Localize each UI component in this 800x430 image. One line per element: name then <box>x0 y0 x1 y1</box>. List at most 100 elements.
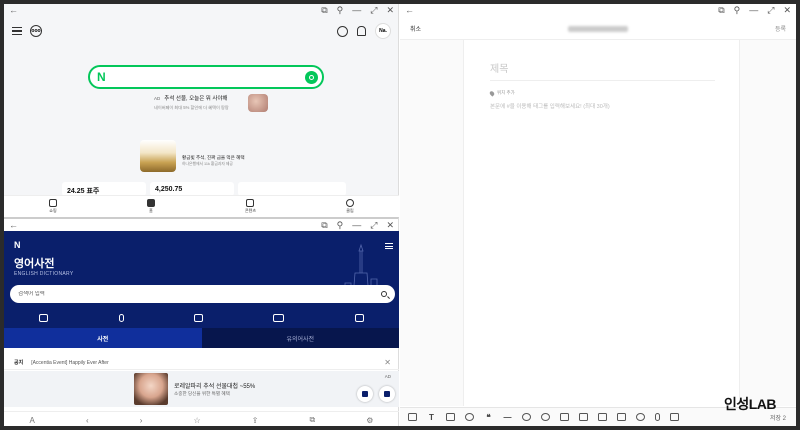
title-divider <box>490 80 715 81</box>
dict-search-box[interactable] <box>10 285 395 303</box>
minimize-icon[interactable]: — <box>352 220 361 231</box>
promo-subtitle: 하나은행에서 11k 황금과자 제공 <box>182 162 233 166</box>
text-icon[interactable]: T <box>427 413 436 422</box>
naver-window-bar: ← ⧉ ⚲ — ⤢ ✕ <box>4 4 399 16</box>
info-card[interactable] <box>238 182 346 196</box>
mic-icon[interactable] <box>118 314 124 322</box>
pin-icon[interactable]: ⚲ <box>337 5 344 16</box>
editor-header: 취소 등록 <box>400 18 796 40</box>
watermark-logo: 인성LAB <box>723 396 777 412</box>
naver-n-logo[interactable]: N <box>14 240 21 250</box>
template-icon[interactable] <box>598 413 607 421</box>
pip-icon[interactable]: ⧉ <box>321 5 327 16</box>
settings-icon[interactable]: ⚙ <box>366 416 373 425</box>
ai-icon[interactable] <box>636 413 645 421</box>
keyboard-icon[interactable] <box>273 314 285 322</box>
promo-banner[interactable]: 황금빛 추석, 진짜 금을 먹은 혜택 하나은행에서 11k 황금과자 제공 <box>140 140 260 172</box>
forward-icon[interactable]: › <box>140 416 143 425</box>
info-card[interactable]: 24.25 표주 <box>62 182 146 196</box>
close-icon[interactable]: ✕ <box>783 5 791 16</box>
blog-editor-pane: ← ⧉ ⚲ — ⤢ ✕ 취소 등록 제목 위치 추가 본문에 #을 이용해 태그… <box>400 4 796 426</box>
quote-icon[interactable]: ❝ <box>484 413 493 422</box>
search-icon[interactable] <box>381 291 387 297</box>
word-quiz-button[interactable] <box>357 386 373 402</box>
ad-model-image <box>134 373 168 405</box>
search-button[interactable] <box>305 70 318 84</box>
menu-icon[interactable] <box>385 243 393 249</box>
tabs-icon[interactable]: ⧉ <box>309 415 315 425</box>
menu-icon[interactable] <box>12 27 22 35</box>
sticker-icon[interactable] <box>465 413 474 421</box>
close-icon[interactable]: ✕ <box>386 220 394 231</box>
bookmark-icon <box>384 391 390 397</box>
tab-thesaurus[interactable]: 유의어사전 <box>201 328 399 348</box>
pip-icon[interactable]: ⧉ <box>718 5 724 16</box>
bottom-nav: 쇼핑 홈 콘텐츠 클립 <box>4 195 399 217</box>
attachment-icon[interactable] <box>560 413 569 421</box>
shopping-bag-icon <box>48 199 57 207</box>
dict-tools <box>4 309 399 327</box>
pin-icon[interactable]: ⚲ <box>337 220 344 231</box>
back-icon[interactable]: ‹ <box>86 416 89 425</box>
talk-icon[interactable] <box>337 25 348 37</box>
notice-bar[interactable]: 공지 [Accentia Event] Happily Ever After ✕ <box>4 356 399 370</box>
back-arrow-icon[interactable]: ← <box>9 220 18 230</box>
save-button[interactable]: 저장 2 <box>770 413 786 422</box>
body-input[interactable]: 본문에 #을 이용해 태그를 입력해보세요! (최대 30개) <box>490 102 610 110</box>
screen: ← ⧉ ⚲ — ⤢ ✕ ooo Na. N AD 추석 선물, 오늘은 뭐 사야… <box>4 4 796 426</box>
dict-subtitle: ENGLISH DICTIONARY <box>14 271 74 277</box>
pip-icon[interactable]: ⧉ <box>321 220 327 231</box>
back-arrow-icon[interactable]: ← <box>405 5 414 15</box>
image-search-icon[interactable] <box>354 314 364 322</box>
table-icon[interactable] <box>579 413 588 421</box>
mic-icon[interactable] <box>655 413 660 421</box>
minimize-icon[interactable]: — <box>352 5 361 16</box>
minimize-icon[interactable]: — <box>749 5 758 16</box>
nav-clip[interactable]: 클립 <box>345 199 354 214</box>
camera-icon[interactable] <box>408 413 417 421</box>
avatar[interactable]: Na. <box>375 23 391 39</box>
title-input[interactable]: 제목 <box>490 60 508 75</box>
spellcheck-icon[interactable] <box>617 413 626 421</box>
naver-logo[interactable]: ooo <box>30 25 42 37</box>
nav-home[interactable]: 홈 <box>146 199 155 214</box>
blog-window-bar: ← ⧉ ⚲ — ⤢ ✕ <box>400 4 796 16</box>
maximize-icon[interactable]: ⤢ <box>370 220 377 231</box>
chat-icon[interactable] <box>670 413 679 421</box>
close-icon[interactable]: ✕ <box>384 358 391 367</box>
add-location[interactable]: 위치 추가 <box>488 89 515 97</box>
back-arrow-icon[interactable]: ← <box>9 5 18 15</box>
wordbook-button[interactable] <box>379 386 395 402</box>
text-size-icon[interactable]: A <box>30 416 35 425</box>
nav-shopping[interactable]: 쇼핑 <box>48 199 57 214</box>
naver-search-box[interactable]: N <box>88 65 324 89</box>
close-icon[interactable]: ✕ <box>386 5 394 16</box>
star-icon[interactable]: ☆ <box>193 416 200 425</box>
window-controls: ⧉ ⚲ — ⤢ ✕ <box>321 220 394 231</box>
link-icon[interactable] <box>541 413 550 421</box>
pin-icon[interactable]: ⚲ <box>734 5 741 16</box>
top-right-group: Na. <box>337 23 391 39</box>
handwriting-icon[interactable] <box>39 314 49 322</box>
place-icon[interactable] <box>522 413 531 421</box>
tab-dictionary[interactable]: 사전 <box>4 328 202 348</box>
play-icon <box>345 199 354 207</box>
nav-contents[interactable]: 콘텐츠 <box>245 199 256 214</box>
cancel-button[interactable]: 취소 <box>410 24 421 33</box>
align-icon[interactable] <box>446 413 455 421</box>
dict-ad-banner[interactable]: 로레알파리 추석 선물대첩 ~55% 소중한 당신을 위한 특별 혜택 AD <box>4 371 399 407</box>
share-icon[interactable]: ⇪ <box>252 416 259 425</box>
camera-icon[interactable] <box>193 314 203 322</box>
dict-search-input[interactable] <box>18 291 318 297</box>
divider-icon[interactable]: — <box>503 413 512 422</box>
bell-icon[interactable] <box>357 26 366 36</box>
blurred-blog-name <box>568 25 628 32</box>
maximize-icon[interactable]: ⤢ <box>767 5 774 16</box>
search-ad[interactable]: AD 추석 선물, 오늘은 뭐 사야해 네이버페이 최대 5% 할인에 더 혜택이… <box>154 94 274 112</box>
location-label: 위치 추가 <box>497 90 515 95</box>
info-card[interactable]: 4,250.75 <box>150 182 234 196</box>
dict-header: N 영어사전 ENGLISH DICTIONARY 사전 유의어사전 <box>4 231 399 348</box>
maximize-icon[interactable]: ⤢ <box>370 5 377 16</box>
notice-text[interactable]: [Accentia Event] Happily Ever After <box>31 360 109 366</box>
publish-button[interactable]: 등록 <box>775 24 786 33</box>
